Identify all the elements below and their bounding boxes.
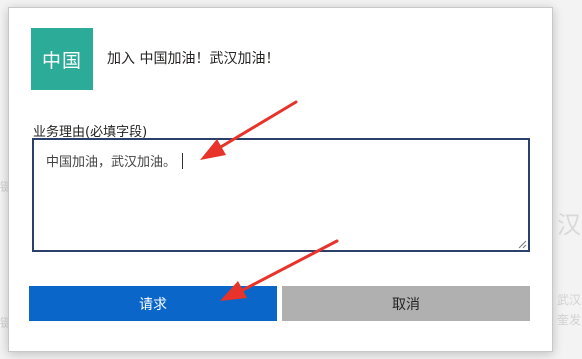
resize-grip-icon[interactable] bbox=[518, 240, 527, 249]
text-cursor bbox=[182, 152, 184, 169]
team-logo-text: 中国 bbox=[41, 49, 82, 72]
cancel-button[interactable]: 取消 bbox=[282, 286, 530, 321]
dialog-title: 加入 中国加油！武汉加油！ bbox=[107, 51, 280, 67]
team-logo: 中国 bbox=[31, 28, 93, 90]
background-text-3: 奎发 bbox=[557, 313, 582, 327]
background-text-2: 武汉 bbox=[557, 293, 582, 307]
reason-textarea[interactable]: 中国加油，武汉加油。 bbox=[32, 138, 530, 252]
join-team-dialog: 中国 加入 中国加油！武汉加油！ 业务理由(必填字段) 中国加油，武汉加油。 请… bbox=[8, 7, 553, 352]
request-button[interactable]: 请求 bbox=[29, 286, 277, 321]
reason-value: 中国加油，武汉加油。 bbox=[46, 155, 177, 170]
reason-text-content: 中国加油，武汉加油。 bbox=[46, 151, 184, 170]
background-text-1: 汉. bbox=[557, 211, 582, 239]
